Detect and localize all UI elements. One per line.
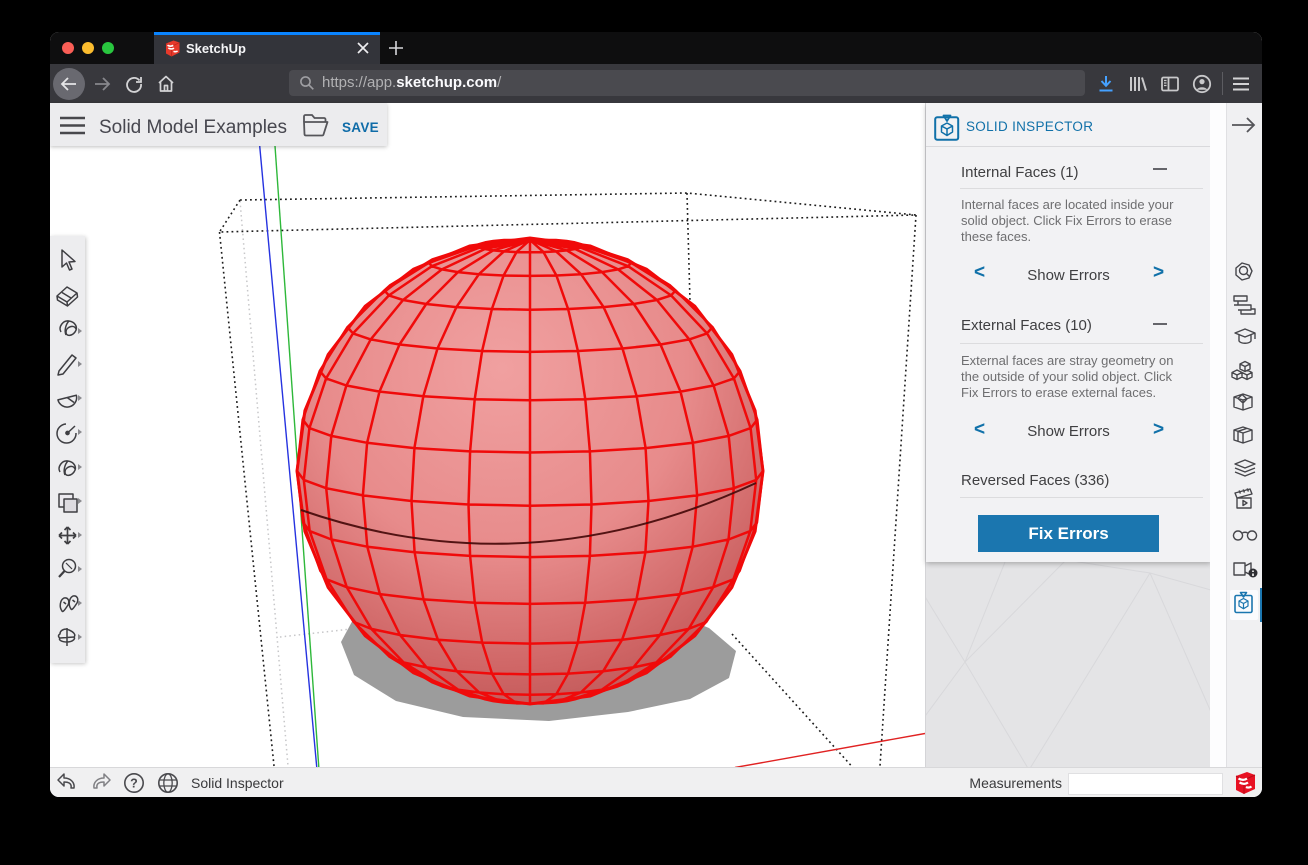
svg-text:?: ? — [130, 777, 138, 791]
